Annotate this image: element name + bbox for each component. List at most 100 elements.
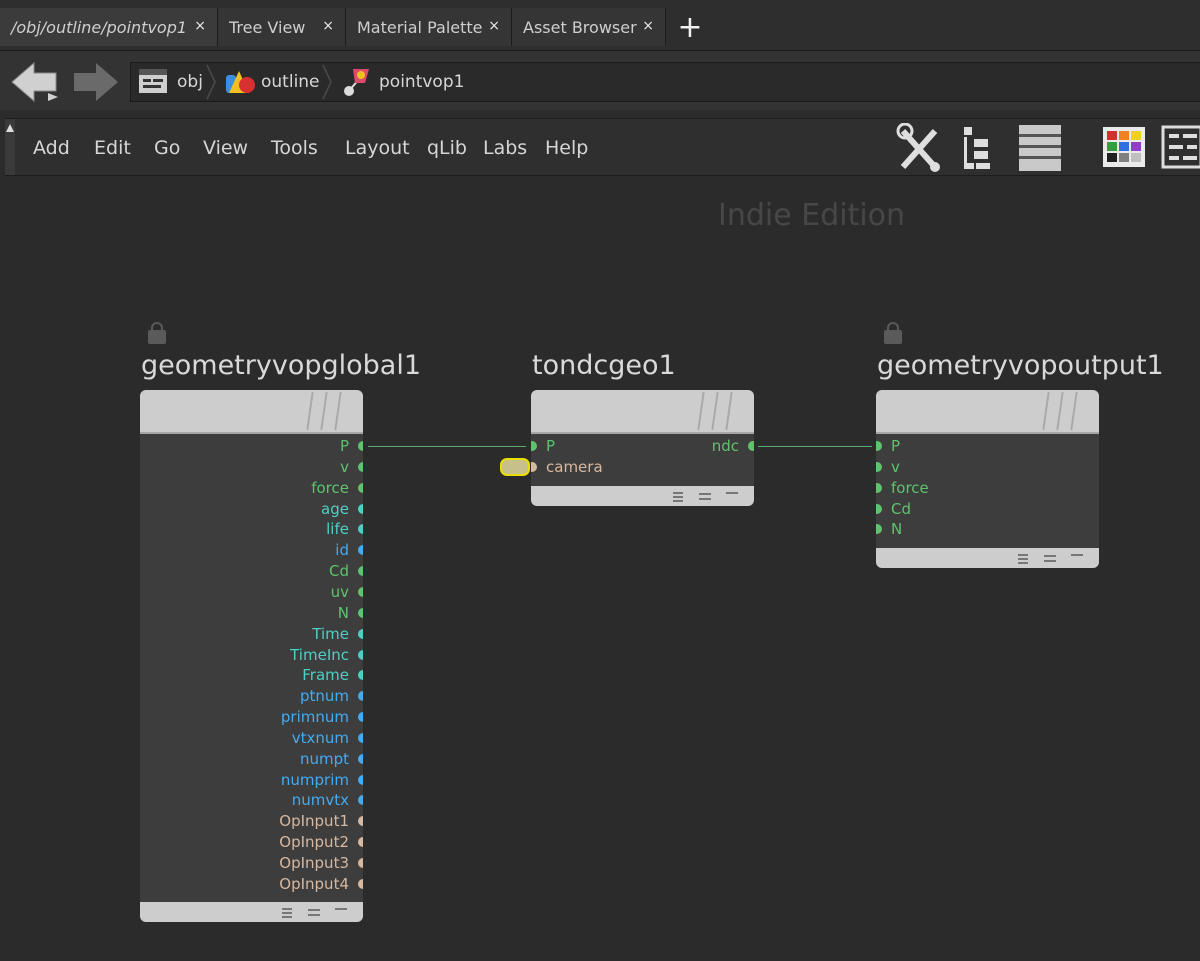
crumb-obj[interactable]: obj — [137, 63, 203, 101]
menu-layout[interactable]: Layout — [345, 137, 410, 159]
output-connector[interactable] — [358, 503, 363, 514]
close-icon[interactable]: × — [194, 18, 206, 34]
input-port-n[interactable]: N — [891, 520, 902, 538]
input-connector[interactable] — [876, 482, 882, 493]
input-port-cd[interactable]: Cd — [891, 500, 911, 518]
input-port-p[interactable]: P — [891, 437, 900, 455]
output-connector[interactable] — [358, 858, 363, 868]
add-tab-button[interactable]: + — [670, 8, 710, 46]
crumb-pointvop1[interactable]: pointvop1 — [341, 63, 464, 101]
output-connector[interactable] — [358, 795, 363, 806]
output-port-p[interactable]: P — [340, 437, 349, 455]
output-connector[interactable] — [358, 482, 363, 493]
output-port-opinput3[interactable]: OpInput3 — [279, 854, 349, 872]
input-connector[interactable] — [876, 441, 882, 451]
menu-edit[interactable]: Edit — [94, 137, 131, 159]
input-port-camera[interactable]: camera — [546, 458, 603, 476]
input-port-p[interactable]: P — [546, 437, 555, 455]
list-view-icon[interactable] — [1017, 123, 1063, 173]
output-port-opinput4[interactable]: OpInput4 — [279, 875, 349, 893]
output-connector[interactable] — [358, 732, 363, 743]
output-connector[interactable] — [358, 649, 363, 660]
collapse-handle[interactable] — [5, 119, 15, 175]
menu-qlib[interactable]: qLib — [427, 137, 467, 159]
crumb-outline[interactable]: outline — [223, 63, 320, 101]
output-port-numpt[interactable]: numpt — [300, 750, 349, 768]
input-connector[interactable] — [531, 462, 537, 472]
close-icon[interactable]: × — [488, 18, 500, 34]
output-connector[interactable] — [358, 628, 363, 639]
close-icon[interactable]: × — [642, 18, 654, 34]
input-connector[interactable] — [876, 524, 882, 535]
output-port-opinput1[interactable]: OpInput1 — [279, 812, 349, 830]
output-port-life[interactable]: life — [326, 520, 349, 538]
output-port-ptnum[interactable]: ptnum — [300, 687, 349, 705]
node-title[interactable]: geometryvopglobal1 — [141, 350, 421, 381]
tab-material-palette[interactable]: Material Palette × — [346, 8, 512, 46]
tree-layout-icon[interactable] — [960, 125, 1000, 171]
output-connector[interactable] — [358, 816, 363, 827]
node-title[interactable]: geometryvopoutput1 — [877, 350, 1164, 381]
input-port-v[interactable]: v — [891, 458, 900, 476]
output-port-ndc[interactable]: ndc — [712, 437, 739, 455]
input-connector[interactable] — [531, 441, 537, 451]
output-port-vtxnum[interactable]: vtxnum — [292, 729, 349, 747]
output-connector[interactable] — [358, 441, 363, 451]
output-connector[interactable] — [748, 441, 754, 451]
menu-view[interactable]: View — [203, 137, 248, 159]
node-header[interactable] — [876, 390, 1099, 434]
node-header[interactable] — [531, 390, 754, 434]
output-port-frame[interactable]: Frame — [302, 666, 349, 684]
menu-go[interactable]: Go — [154, 137, 180, 159]
grid-layout-icon[interactable] — [1161, 125, 1200, 169]
wire-ndc-to-p[interactable] — [758, 446, 872, 447]
output-port-uv[interactable]: uv — [331, 583, 349, 601]
output-port-id[interactable]: id — [335, 541, 349, 559]
menu-help[interactable]: Help — [545, 137, 588, 159]
tools-icon[interactable] — [895, 123, 947, 173]
input-port-force[interactable]: force — [891, 479, 929, 497]
output-connector[interactable] — [358, 837, 363, 848]
close-icon[interactable]: × — [322, 18, 334, 34]
output-port-force[interactable]: force — [311, 479, 349, 497]
output-port-age[interactable]: age — [321, 500, 349, 518]
output-connector[interactable] — [358, 461, 363, 472]
output-port-numvtx[interactable]: numvtx — [292, 791, 349, 809]
output-connector[interactable] — [358, 878, 363, 889]
node-tondcgeo1[interactable]: P camera ndc — [531, 390, 754, 506]
output-connector[interactable] — [358, 753, 363, 764]
lock-icon[interactable] — [148, 322, 166, 344]
output-port-timeinc[interactable]: TimeInc — [290, 646, 349, 664]
output-connector[interactable] — [358, 607, 363, 618]
output-port-cd[interactable]: Cd — [329, 562, 349, 580]
input-connector[interactable] — [876, 461, 882, 472]
node-footer[interactable] — [140, 902, 363, 922]
output-connector[interactable] — [358, 566, 363, 577]
node-footer[interactable] — [876, 548, 1099, 568]
tab-network-editor[interactable]: /obj/outline/pointvop1 × — [0, 8, 218, 46]
node-geometryvopoutput1[interactable]: Pv force Cd N — [876, 390, 1099, 568]
menu-tools[interactable]: Tools — [271, 137, 318, 159]
output-port-v[interactable]: v — [340, 458, 349, 476]
menu-add[interactable]: Add — [33, 137, 70, 159]
output-connector[interactable] — [358, 712, 363, 723]
input-connector[interactable] — [876, 503, 882, 514]
output-connector[interactable] — [358, 774, 363, 785]
forward-arrow-icon[interactable] — [72, 61, 120, 105]
output-connector[interactable] — [358, 691, 363, 702]
output-port-primnum[interactable]: primnum — [281, 708, 349, 726]
output-port-numprim[interactable]: numprim — [281, 771, 349, 789]
output-port-time[interactable]: Time — [312, 625, 349, 643]
node-geometryvopglobal1[interactable]: Pv force age life id Cd uv N Time TimeInc Frame ptn… — [140, 390, 363, 922]
color-palette-icon[interactable] — [1101, 125, 1147, 169]
output-connector[interactable] — [358, 586, 363, 597]
back-arrow-icon[interactable] — [10, 61, 62, 105]
output-connector[interactable] — [358, 524, 363, 535]
menu-labs[interactable]: Labs — [483, 137, 527, 159]
camera-input-highlight[interactable] — [500, 458, 530, 476]
lock-icon[interactable] — [884, 322, 902, 344]
output-connector[interactable] — [358, 545, 363, 556]
wire-p-to-p[interactable] — [368, 446, 526, 447]
node-footer[interactable] — [531, 486, 754, 506]
node-header[interactable] — [140, 390, 363, 434]
